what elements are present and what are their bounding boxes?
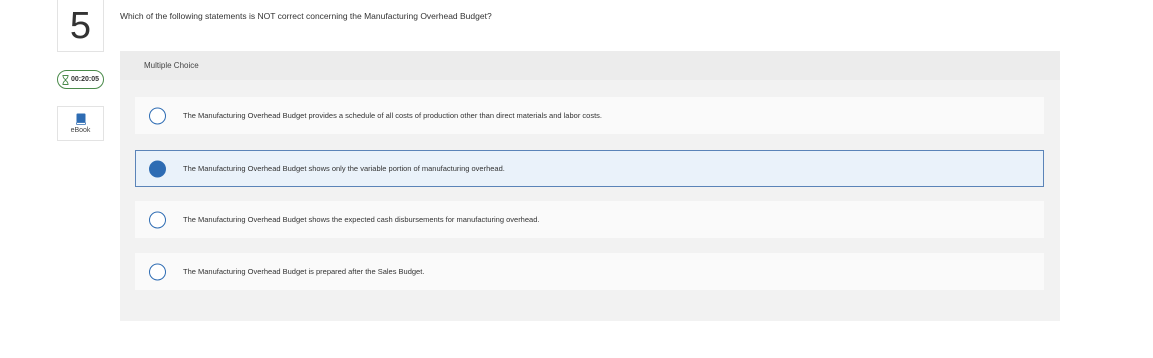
question-text: Which of the following statements is NOT… bbox=[120, 11, 492, 21]
option-text: The Manufacturing Overhead Budget is pre… bbox=[183, 267, 425, 276]
answer-option-1[interactable]: The Manufacturing Overhead Budget provid… bbox=[135, 97, 1044, 134]
option-text: The Manufacturing Overhead Budget provid… bbox=[183, 111, 602, 120]
hourglass-icon bbox=[62, 74, 69, 85]
ebook-button[interactable]: eBook bbox=[57, 106, 104, 141]
answer-option-4[interactable]: The Manufacturing Overhead Budget is pre… bbox=[135, 253, 1044, 290]
answer-option-2[interactable]: The Manufacturing Overhead Budget shows … bbox=[135, 150, 1044, 187]
book-icon bbox=[75, 113, 86, 125]
radio-button-selected[interactable] bbox=[149, 160, 166, 177]
question-page: 5 00:20:05 eBook Which of the following … bbox=[0, 0, 1153, 358]
option-text: The Manufacturing Overhead Budget shows … bbox=[183, 164, 505, 173]
timer-value: 00:20:05 bbox=[70, 76, 100, 83]
answer-option-3[interactable]: The Manufacturing Overhead Budget shows … bbox=[135, 201, 1044, 238]
radio-button[interactable] bbox=[149, 263, 166, 280]
radio-button[interactable] bbox=[149, 107, 166, 124]
timer-badge: 00:20:05 bbox=[57, 70, 104, 89]
option-text: The Manufacturing Overhead Budget shows … bbox=[183, 215, 540, 224]
answer-panel: Multiple Choice The Manufacturing Overhe… bbox=[120, 51, 1060, 321]
radio-button[interactable] bbox=[149, 211, 166, 228]
ebook-label: eBook bbox=[70, 127, 91, 134]
question-number: 5 bbox=[57, 0, 104, 52]
question-type-label: Multiple Choice bbox=[120, 51, 1060, 80]
